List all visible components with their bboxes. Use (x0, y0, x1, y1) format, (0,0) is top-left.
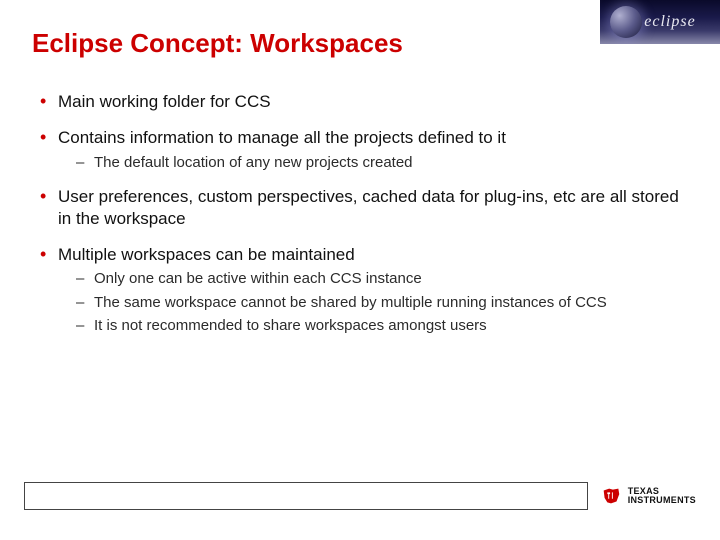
list-item: The same workspace cannot be shared by m… (76, 293, 688, 313)
list-item: Multiple workspaces can be maintained On… (40, 244, 688, 336)
sub-bullet-text: The same workspace cannot be shared by m… (94, 294, 607, 311)
bullet-text: User preferences, custom perspectives, c… (58, 187, 679, 228)
sub-bullet-text: Only one can be active within each CCS i… (94, 270, 422, 287)
slide-title: Eclipse Concept: Workspaces (32, 28, 403, 59)
list-item: Only one can be active within each CCS i… (76, 269, 688, 289)
list-item: The default location of any new projects… (76, 153, 688, 173)
sub-bullet-list: The default location of any new projects… (58, 153, 688, 173)
content-area: Main working folder for CCS Contains inf… (32, 91, 688, 336)
ti-brand-text: TEXAS INSTRUMENTS (628, 487, 696, 506)
eclipse-orb-icon (610, 6, 642, 38)
bullet-list: Main working folder for CCS Contains inf… (40, 91, 688, 336)
ti-chip-icon (600, 485, 622, 507)
bullet-text: Contains information to manage all the p… (58, 128, 506, 147)
slide: Eclipse Concept: Workspaces eclipse Main… (0, 0, 720, 540)
header-row: Eclipse Concept: Workspaces eclipse (32, 24, 688, 59)
bullet-text: Multiple workspaces can be maintained (58, 245, 355, 264)
ti-logo: TEXAS INSTRUMENTS (600, 485, 696, 507)
list-item: User preferences, custom perspectives, c… (40, 186, 688, 230)
sub-bullet-list: Only one can be active within each CCS i… (58, 269, 688, 336)
list-item: Main working folder for CCS (40, 91, 688, 113)
eclipse-logo: eclipse (600, 0, 720, 44)
list-item: It is not recommended to share workspace… (76, 316, 688, 336)
footer: TEXAS INSTRUMENTS (24, 482, 696, 510)
sub-bullet-text: It is not recommended to share workspace… (94, 317, 487, 334)
list-item: Contains information to manage all the p… (40, 127, 688, 172)
eclipse-logo-text: eclipse (644, 13, 695, 31)
ti-brand-line2: INSTRUMENTS (628, 496, 696, 505)
footer-bar (24, 482, 588, 510)
bullet-text: Main working folder for CCS (58, 92, 271, 111)
sub-bullet-text: The default location of any new projects… (94, 154, 413, 171)
